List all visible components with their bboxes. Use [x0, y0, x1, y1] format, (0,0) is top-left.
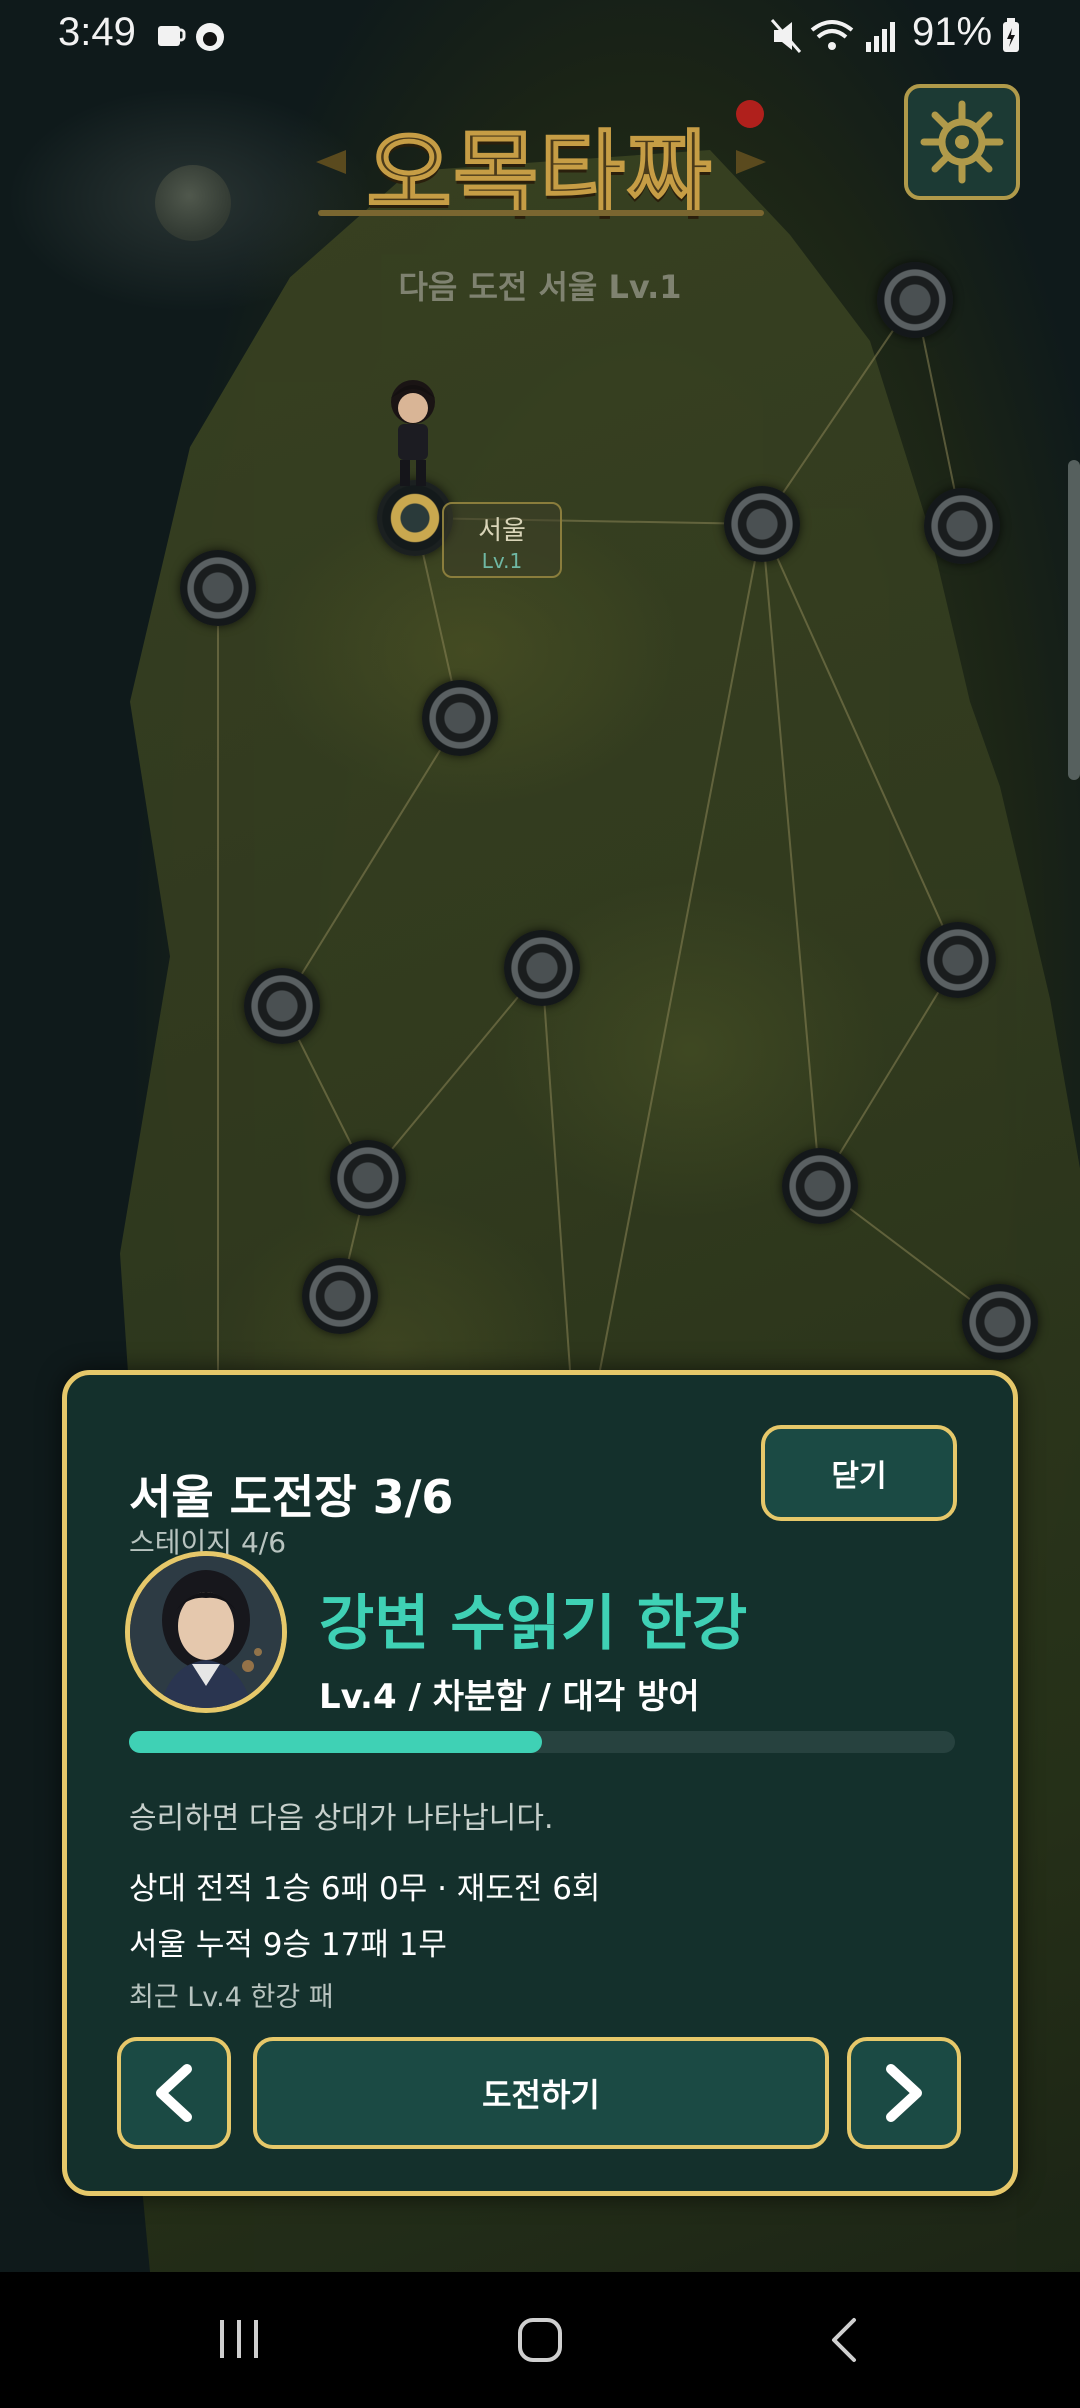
card-title: 서울 도전장 3/6: [129, 1470, 454, 1524]
map-node[interactable]: [244, 968, 320, 1044]
challenge-card: 서울 도전장 3/6 스테이지 4/6 닫기 강변 수읽기 한강 Lv.4 / …: [62, 1370, 1018, 2196]
current-city-tag[interactable]: 서울 Lv.1: [442, 502, 562, 578]
previous-button[interactable]: [117, 2037, 231, 2149]
status-bar: 3:49 91%: [0, 0, 1080, 70]
next-challenge-label: 다음 도전 서울 Lv.1: [398, 268, 682, 306]
recent-apps-icon[interactable]: [216, 2316, 262, 2362]
opponent-name: 강변 수읽기 한강: [319, 1589, 748, 1659]
map-node[interactable]: [924, 488, 1000, 564]
stage-progress-fill: [129, 1731, 542, 1753]
city-name: 서울: [478, 516, 526, 546]
challenge-button[interactable]: 도전하기: [253, 2037, 829, 2149]
status-time: 3:49: [58, 10, 136, 54]
map-node[interactable]: [782, 1148, 858, 1224]
player-character: [391, 380, 435, 486]
map-node[interactable]: [962, 1284, 1038, 1360]
battery-percent: 91%: [912, 10, 993, 54]
chevron-left-icon: [156, 2064, 192, 2122]
next-button[interactable]: [847, 2037, 961, 2149]
map-node[interactable]: [330, 1140, 406, 1216]
stage-progress-bar: [129, 1731, 955, 1753]
notification-dot: [736, 100, 764, 128]
city-record: 서울 누적 9승 17패 1무: [129, 1927, 447, 1963]
game-logo: 오목타짜: [366, 120, 714, 229]
recent-result: 최근 Lv.4 한강 패: [129, 1982, 334, 2013]
close-button[interactable]: 닫기: [761, 1425, 957, 1521]
opponent-meta: Lv.4 / 차분함 / 대각 방어: [319, 1677, 700, 1717]
logo-underline: [318, 210, 764, 216]
system-status-icons: [770, 19, 895, 53]
city-level: Lv.1: [481, 549, 523, 573]
opponent-portrait: [130, 1556, 282, 1708]
back-icon[interactable]: [826, 2316, 860, 2364]
chevron-right-icon: [886, 2064, 922, 2122]
map-node[interactable]: [920, 922, 996, 998]
opponent-avatar: [125, 1551, 287, 1713]
win-note: 승리하면 다음 상대가 나타납니다.: [129, 1801, 554, 1836]
map-node[interactable]: [302, 1258, 378, 1334]
map-node[interactable]: [422, 680, 498, 756]
system-navigation-bar: [0, 2272, 1080, 2408]
settings-button[interactable]: [904, 84, 1020, 200]
scrollbar[interactable]: [1068, 460, 1080, 780]
helm-wheel-icon: [920, 100, 1004, 184]
opponent-record: 상대 전적 1승 6패 0무 · 재도전 6회: [129, 1871, 601, 1907]
map-node[interactable]: [724, 486, 800, 562]
home-icon[interactable]: [516, 2316, 564, 2364]
battery-icon: [1003, 18, 1019, 52]
notification-icons: [158, 23, 224, 51]
map-node[interactable]: [180, 550, 256, 626]
map-node[interactable]: [504, 930, 580, 1006]
